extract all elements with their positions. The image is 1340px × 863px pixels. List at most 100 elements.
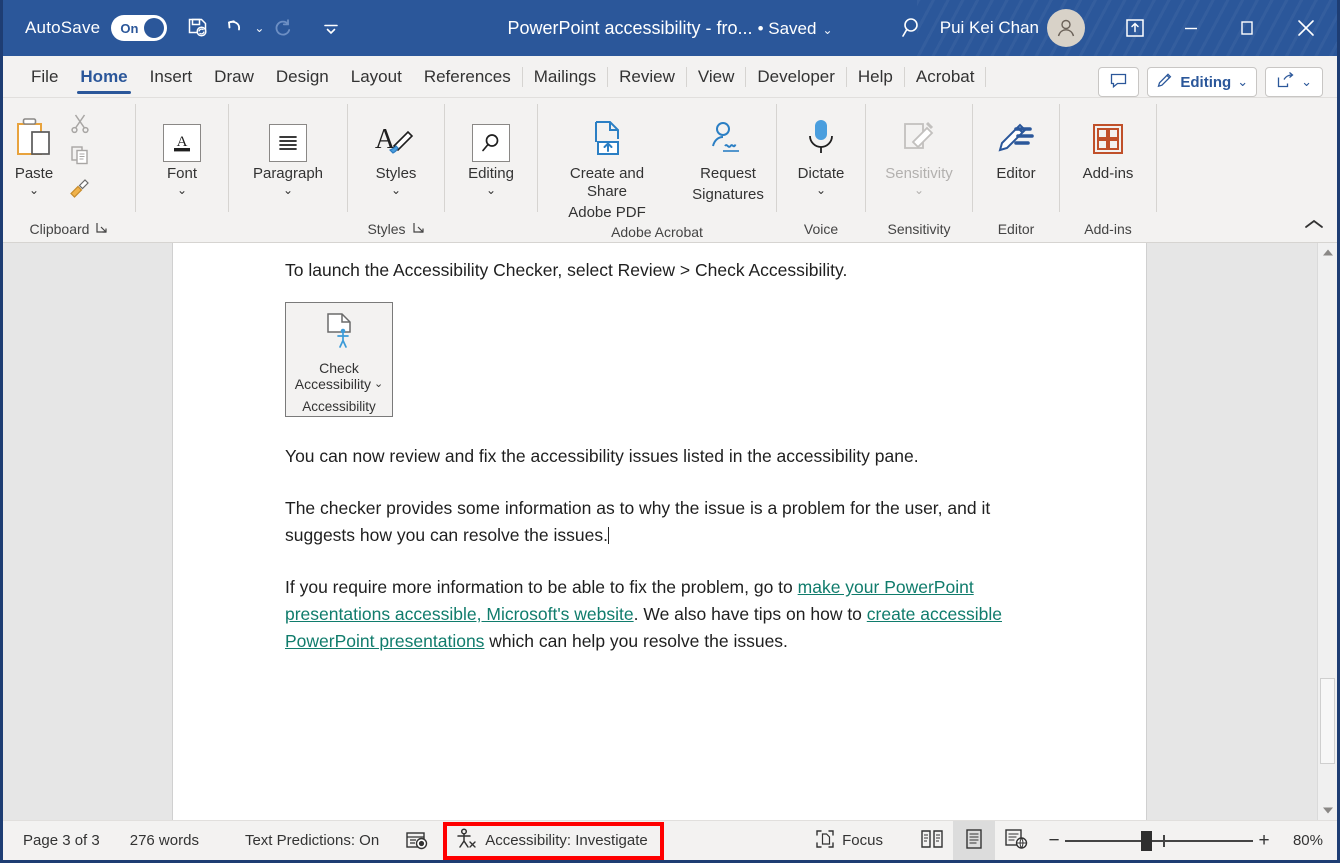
chevron-down-icon[interactable]: ⌄: [486, 184, 496, 196]
text-predictions-status[interactable]: Text Predictions: On: [245, 832, 379, 849]
zoom-slider[interactable]: − +: [1043, 830, 1275, 852]
dictate-button[interactable]: Dictate ⌄: [788, 106, 855, 196]
ribbon-group-paragraph: Paragraph ⌄: [229, 98, 347, 242]
tab-draw[interactable]: Draw: [203, 57, 265, 97]
user-name[interactable]: Pui Kei Chan: [940, 18, 1047, 38]
ribbon: Paste ⌄ Clipboard A Font ⌄ Paragraph ⌄ A…: [3, 98, 1337, 243]
customize-quick-access-icon[interactable]: [314, 11, 348, 45]
dictate-label: Dictate: [797, 165, 845, 182]
chevron-down-icon[interactable]: ⌄: [283, 184, 293, 196]
chevron-down-icon[interactable]: ⌄: [391, 184, 401, 196]
scrollbar-thumb[interactable]: [1320, 678, 1335, 764]
share-button[interactable]: ⌄: [1265, 67, 1323, 97]
zoom-track[interactable]: [1065, 830, 1253, 851]
undo-dropdown-caret[interactable]: ⌄: [254, 21, 264, 35]
autosave-label: AutoSave: [25, 18, 101, 37]
chevron-down-icon[interactable]: ⌄: [816, 184, 826, 196]
scroll-up-arrow-icon[interactable]: [1318, 243, 1337, 262]
zoom-track-midpoint: [1163, 834, 1165, 847]
font-label: Font: [166, 165, 197, 182]
accessibility-status-button[interactable]: Accessibility: Investigate: [443, 821, 664, 860]
comments-icon: [1109, 71, 1128, 94]
saved-status: • Saved: [757, 18, 817, 38]
create-share-pdf-label-2: Adobe PDF: [568, 204, 646, 221]
vertical-scrollbar[interactable]: [1317, 243, 1337, 820]
format-painter-icon[interactable]: [65, 172, 95, 202]
maximize-icon[interactable]: [1219, 0, 1275, 56]
chevron-down-icon: ⌄: [374, 378, 384, 391]
collapse-ribbon-chevron-icon[interactable]: [1303, 217, 1325, 236]
tab-review[interactable]: Review: [608, 57, 686, 97]
document-paragraph-1: To launch the Accessibility Checker, sel…: [285, 260, 848, 280]
tab-insert[interactable]: Insert: [139, 57, 204, 97]
tab-developer[interactable]: Developer: [746, 57, 846, 97]
styles-group-label: Styles: [367, 221, 406, 237]
editing-mode-button[interactable]: Editing ⌄: [1147, 67, 1258, 97]
zoom-thumb[interactable]: [1141, 830, 1152, 851]
chevron-down-icon[interactable]: ⌄: [1237, 74, 1248, 90]
tab-design[interactable]: Design: [265, 57, 340, 97]
chevron-down-icon[interactable]: ⌄: [29, 184, 39, 196]
print-layout-button[interactable]: [953, 821, 995, 860]
tab-view[interactable]: View: [687, 57, 746, 97]
addins-button[interactable]: Add-ins: [1073, 106, 1144, 182]
tab-help[interactable]: Help: [847, 57, 904, 97]
tab-mailings[interactable]: Mailings: [523, 57, 607, 97]
check-accessibility-screenshot: Check Accessibility ⌄ Accessibility: [285, 301, 393, 417]
request-signatures-icon: [705, 110, 751, 162]
paste-button[interactable]: Paste ⌄: [3, 106, 65, 196]
read-mode-button[interactable]: [911, 821, 953, 860]
paragraph-4-text-middle: . We also have tips on how to: [633, 603, 867, 624]
zoom-out-button[interactable]: −: [1043, 830, 1065, 852]
sensitivity-button[interactable]: Sensitivity ⌄: [875, 106, 963, 196]
tab-home[interactable]: Home: [69, 57, 138, 97]
paragraph-button[interactable]: Paragraph ⌄: [243, 106, 333, 196]
document-page[interactable]: To launch the Accessibility Checker, sel…: [173, 243, 1146, 820]
paragraph-label: Paragraph: [252, 165, 324, 182]
autosave-toggle[interactable]: On: [111, 15, 168, 41]
styles-icon: A: [374, 110, 418, 162]
font-button[interactable]: A Font ⌄: [151, 106, 213, 196]
print-layout-icon: [963, 828, 985, 854]
avatar[interactable]: [1047, 9, 1085, 47]
font-icon: A: [163, 110, 201, 162]
request-signatures-button[interactable]: Request Signatures: [680, 106, 776, 204]
tab-layout[interactable]: Layout: [340, 57, 413, 97]
tab-file[interactable]: File: [20, 57, 69, 97]
styles-dialog-launcher-icon[interactable]: [412, 221, 425, 237]
close-icon[interactable]: [1275, 0, 1337, 56]
document-title: PowerPoint accessibility - fro...: [507, 17, 753, 38]
focus-mode-button[interactable]: Focus: [815, 829, 883, 853]
read-mode-icon: [920, 828, 944, 854]
undo-icon[interactable]: [217, 11, 251, 45]
tab-acrobat[interactable]: Acrobat: [905, 57, 986, 97]
editing-button[interactable]: Editing ⌄: [458, 106, 524, 196]
page-status[interactable]: Page 3 of 3: [23, 832, 100, 849]
chevron-down-icon[interactable]: ⌄: [914, 184, 924, 196]
zoom-level-label[interactable]: 80%: [1281, 832, 1323, 849]
zoom-in-button[interactable]: +: [1253, 830, 1275, 852]
scroll-down-arrow-icon[interactable]: [1318, 801, 1337, 820]
chevron-down-icon[interactable]: ⌄: [177, 184, 187, 196]
cut-icon[interactable]: [65, 108, 95, 138]
title-dropdown-caret[interactable]: ⌄: [822, 23, 832, 37]
ribbon-display-options-icon[interactable]: [1107, 0, 1163, 56]
save-icon[interactable]: [181, 11, 215, 45]
word-count[interactable]: 276 words: [130, 832, 199, 849]
web-layout-button[interactable]: [995, 821, 1037, 860]
styles-button[interactable]: A Styles ⌄: [364, 106, 428, 196]
minimize-icon[interactable]: [1163, 0, 1219, 56]
ribbon-group-editor: Editor Editor: [973, 98, 1059, 242]
copy-icon[interactable]: [65, 140, 95, 170]
text-predictions-icon[interactable]: [405, 830, 429, 852]
comments-button[interactable]: [1098, 67, 1140, 97]
clipboard-dialog-launcher-icon[interactable]: [95, 221, 108, 237]
search-icon[interactable]: [886, 15, 940, 41]
editor-button[interactable]: Editor: [984, 106, 1048, 182]
share-icon: [1276, 71, 1295, 94]
tab-references[interactable]: References: [413, 57, 522, 97]
web-layout-icon: [1004, 828, 1028, 854]
document-paragraph-2: You can now review and fix the accessibi…: [285, 445, 919, 466]
create-share-pdf-button[interactable]: Create and Share Adobe PDF: [538, 106, 676, 222]
chevron-down-icon[interactable]: ⌄: [1301, 74, 1312, 90]
